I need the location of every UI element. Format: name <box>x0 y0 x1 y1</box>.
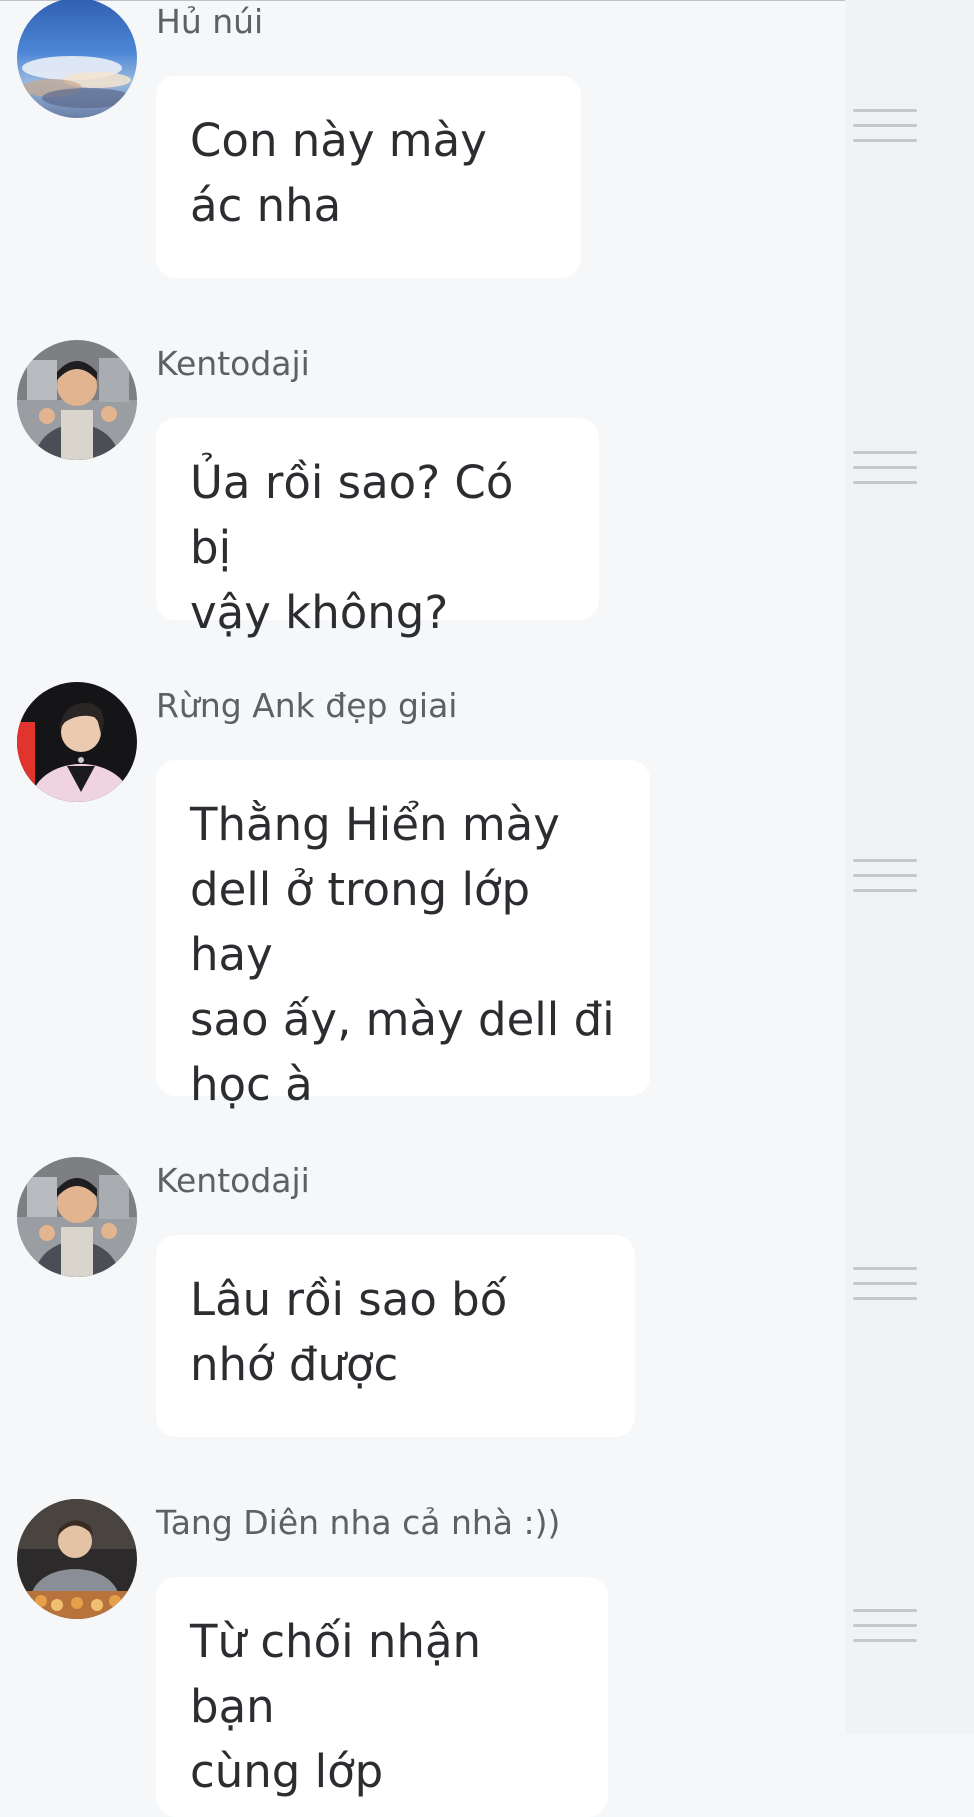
message-text: Từ chối nhận bạn cùng lớp <box>190 1615 482 1798</box>
message-item: Rừng Ank đẹp giai Thằng Hiển mày dell ở … <box>0 682 974 1111</box>
tang-dien-avatar-icon[interactable] <box>17 1499 137 1619</box>
sender-name: Tang Diên nha cả nhà :)) <box>156 1503 561 1542</box>
chat-list[interactable]: Hủ núi Con này mày ác nha Kentodaji Ủa r… <box>0 0 974 1817</box>
message-text: Thằng Hiển mày dell ở trong lớp hay sao … <box>190 798 615 1111</box>
kentodaji-avatar-icon[interactable] <box>17 1157 137 1277</box>
sender-name: Kentodaji <box>156 344 310 383</box>
sender-name: Kentodaji <box>156 1161 310 1200</box>
message-bubble[interactable]: Ủa rồi sao? Có bị vậy không? <box>156 418 599 639</box>
kentodaji-avatar-icon[interactable] <box>17 340 137 460</box>
message-text: Con này mày ác nha <box>190 114 487 232</box>
message-item: Kentodaji Lâu rồi sao bố nhớ được <box>0 1157 974 1457</box>
message-bubble[interactable]: Con này mày ác nha <box>156 76 581 278</box>
sender-name: Hủ núi <box>156 2 264 41</box>
sender-name: Rừng Ank đẹp giai <box>156 686 458 725</box>
message-bubble[interactable]: Thằng Hiển mày dell ở trong lớp hay sao … <box>156 760 650 1111</box>
sky-avatar-icon[interactable] <box>17 0 137 118</box>
drag-handle-icon[interactable] <box>853 109 917 143</box>
message-bubble[interactable]: Lâu rồi sao bố nhớ được <box>156 1235 635 1437</box>
message-text: Ủa rồi sao? Có bị vậy không? <box>190 456 514 639</box>
drag-handle-icon[interactable] <box>853 451 917 485</box>
message-text: Lâu rồi sao bố nhớ được <box>190 1273 508 1391</box>
message-item: Hủ núi Con này mày ác nha <box>0 0 974 298</box>
drag-handle-icon[interactable] <box>853 859 917 893</box>
rung-ank-avatar-icon[interactable] <box>17 682 137 802</box>
message-item: Tang Diên nha cả nhà :)) Từ chối nhận bạ… <box>0 1499 974 1817</box>
message-item: Kentodaji Ủa rồi sao? Có bị vậy không? <box>0 340 974 640</box>
drag-handle-icon[interactable] <box>853 1267 917 1301</box>
message-bubble[interactable]: Từ chối nhận bạn cùng lớp <box>156 1577 608 1817</box>
drag-handle-icon[interactable] <box>853 1609 917 1643</box>
